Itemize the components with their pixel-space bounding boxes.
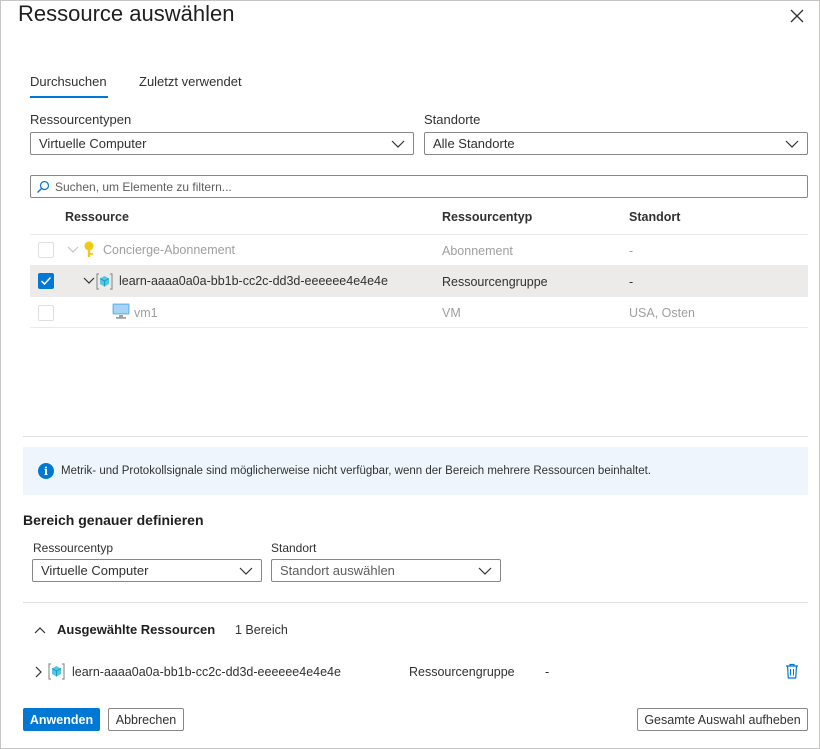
refine-location-label: Standort xyxy=(271,541,317,555)
active-tab-indicator xyxy=(30,96,108,98)
row-resource-type: VM xyxy=(442,306,461,320)
locations-label: Standorte xyxy=(424,112,481,127)
selected-item-name: learn-aaaa0a0a-bb1b-cc2c-dd3d-eeeeee4e4e… xyxy=(72,665,341,679)
row-resource-name: vm1 xyxy=(134,306,158,320)
row-checkbox[interactable] xyxy=(38,305,54,321)
row-location: - xyxy=(629,275,634,289)
info-icon: i xyxy=(38,463,54,479)
chevron-down-icon[interactable] xyxy=(67,246,79,254)
vm-icon xyxy=(112,303,130,319)
column-header-type[interactable]: Ressourcentyp xyxy=(442,210,532,224)
resource-types-label: Ressourcentypen xyxy=(30,112,132,127)
row-resource-type: Abonnement xyxy=(442,244,513,258)
table-row[interactable]: vm1 VM USA, Osten xyxy=(30,297,808,328)
section-divider xyxy=(23,436,808,437)
refine-heading: Bereich genauer definieren xyxy=(23,512,204,528)
info-banner-text: Metrik- und Protokollsignale sind möglic… xyxy=(61,465,651,477)
row-location: - xyxy=(629,244,634,258)
close-button[interactable] xyxy=(785,4,809,28)
clear-selection-button[interactable]: Gesamte Auswahl aufheben xyxy=(637,708,808,731)
cancel-button[interactable]: Abbrechen xyxy=(108,708,184,731)
row-checkbox[interactable] xyxy=(38,242,54,258)
selected-item-type: Ressourcengruppe xyxy=(409,665,515,679)
selected-item-location: - xyxy=(545,665,550,679)
row-resource-name: learn-aaaa0a0a-bb1b-cc2c-dd3d-eeeeee4e4e… xyxy=(119,274,388,288)
search-placeholder: Suchen, um Elemente zu filtern... xyxy=(55,179,232,194)
tab-recent[interactable]: Zuletzt verwendet xyxy=(139,74,242,89)
locations-dropdown[interactable]: Alle Standorte xyxy=(424,132,808,155)
resource-types-value: Virtuelle Computer xyxy=(39,136,147,151)
resource-types-dropdown[interactable]: Virtuelle Computer xyxy=(30,132,414,155)
chevron-down-icon[interactable] xyxy=(83,277,95,285)
row-resource-type: Ressourcengruppe xyxy=(442,275,548,289)
chevron-down-icon xyxy=(391,140,405,148)
resource-group-icon xyxy=(96,273,113,290)
search-icon xyxy=(37,180,50,193)
column-header-location[interactable]: Standort xyxy=(629,210,680,224)
refine-resource-type-dropdown[interactable]: Virtuelle Computer xyxy=(32,559,262,582)
info-banner: i Metrik- und Protokollsignale sind mögl… xyxy=(23,447,808,495)
section-divider xyxy=(23,602,808,603)
tab-browse[interactable]: Durchsuchen xyxy=(30,74,107,89)
chevron-down-icon xyxy=(478,567,492,575)
search-input[interactable]: Suchen, um Elemente zu filtern... xyxy=(30,175,808,198)
locations-value: Alle Standorte xyxy=(433,136,515,151)
chevron-down-icon xyxy=(239,567,253,575)
dialog-title: Ressource auswählen xyxy=(18,1,235,26)
refine-location-placeholder: Standort auswählen xyxy=(280,563,395,578)
chevron-up-icon[interactable] xyxy=(34,626,46,634)
row-checkbox[interactable] xyxy=(38,273,54,289)
checkmark-icon xyxy=(40,276,52,286)
chevron-down-icon xyxy=(785,140,799,148)
refine-resource-type-value: Virtuelle Computer xyxy=(41,563,149,578)
close-icon xyxy=(790,9,804,23)
apply-button[interactable]: Anwenden xyxy=(23,708,100,731)
row-resource-name: Concierge-Abonnement xyxy=(103,243,236,257)
table-row[interactable]: Concierge-Abonnement Abonnement - xyxy=(30,235,808,266)
table-row[interactable]: learn-aaaa0a0a-bb1b-cc2c-dd3d-eeeeee4e4e… xyxy=(30,266,808,297)
refine-location-dropdown[interactable]: Standort auswählen xyxy=(271,559,501,582)
selected-item-row[interactable]: learn-aaaa0a0a-bb1b-cc2c-dd3d-eeeeee4e4e… xyxy=(23,659,808,685)
resource-group-icon xyxy=(48,663,65,680)
selected-count: 1 Bereich xyxy=(235,623,288,637)
column-header-resource[interactable]: Ressource xyxy=(65,210,129,224)
trash-icon[interactable] xyxy=(785,663,799,679)
row-divider xyxy=(30,327,808,328)
key-icon xyxy=(84,241,94,257)
refine-resource-type-label: Ressourcentyp xyxy=(33,541,114,555)
selected-heading[interactable]: Ausgewählte Ressourcen xyxy=(57,622,215,637)
chevron-right-icon[interactable] xyxy=(35,666,43,678)
row-location: USA, Osten xyxy=(629,306,695,320)
